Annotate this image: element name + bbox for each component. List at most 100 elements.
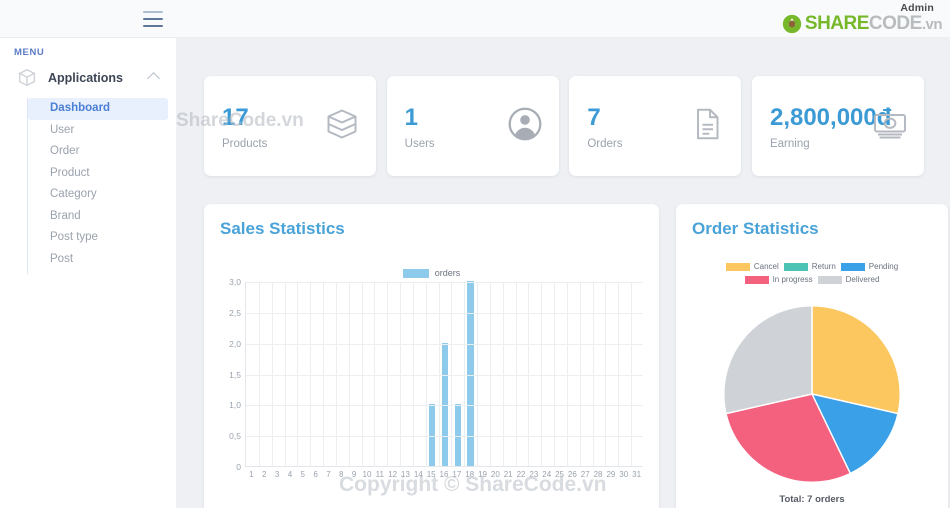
grid-line-vertical <box>400 282 402 466</box>
bar-chart-x-axis: 1 2 3 4 5 6 7 8 9 10 11 12 13 14 15 16 17 18 19 20 21 22 23 24 2… <box>245 470 643 484</box>
sidebar-item-dashboard[interactable]: Dashboard <box>28 98 168 120</box>
sidebar-item-order[interactable]: Order <box>28 141 176 163</box>
grid-line-vertical <box>323 282 325 466</box>
x-axis-tick: 15 <box>426 470 436 479</box>
pie-legend-item-delivered[interactable]: Delivered <box>817 275 880 284</box>
grid-line-vertical <box>631 282 633 466</box>
grid-line-vertical <box>451 282 453 466</box>
brand-text-code: CODE <box>868 12 922 34</box>
legend-swatch-delivered <box>817 275 842 284</box>
sales-bar-chart: 0 0,5 1,0 1,5 2,0 2,5 3,0 1 2 3 4 5 6 7 8 9 10 11 12 13 14 1… <box>219 277 647 497</box>
sidebar-item-post[interactable]: Post <box>28 249 176 271</box>
x-axis-tick: 19 <box>478 470 487 479</box>
sidebar-item-post-type[interactable]: Post type <box>28 227 176 249</box>
stat-card-earning[interactable]: 2,800,000đ Earning <box>751 76 924 176</box>
hamburger-line <box>143 11 163 13</box>
pie-legend-item-return[interactable]: Return <box>783 262 836 271</box>
stat-card-value: 17 <box>222 104 249 131</box>
x-axis-tick: 20 <box>490 470 500 479</box>
top-header-bar: Admin SHARECODE.vn <box>0 0 950 38</box>
grid-line-vertical <box>425 282 427 466</box>
stat-card-products[interactable]: 17 Products <box>204 76 376 176</box>
x-axis-tick: 31 <box>632 470 642 479</box>
x-axis-tick: 24 <box>542 470 552 479</box>
stat-card-label: Products <box>222 138 268 150</box>
grid-line-vertical <box>566 282 568 466</box>
bar-day-16[interactable] <box>441 342 449 466</box>
grid-line-vertical <box>438 282 440 466</box>
pie-legend-item-cancel[interactable]: Cancel <box>725 262 779 271</box>
legend-label-cancel: Cancel <box>753 262 779 271</box>
sidebar-group-label: Applications <box>48 71 124 85</box>
grid-line-vertical <box>271 282 273 466</box>
document-icon <box>689 106 725 142</box>
grid-line-horizontal <box>246 312 643 314</box>
banknote-icon <box>872 106 908 142</box>
x-axis-tick: 25 <box>555 470 564 479</box>
inbox-icon <box>324 106 360 142</box>
x-axis-tick: 3 <box>274 470 280 479</box>
grid-line-vertical <box>297 282 299 466</box>
x-axis-tick: 30 <box>619 470 629 479</box>
grid-line-vertical <box>605 282 607 466</box>
hamburger-line <box>143 25 163 27</box>
sidebar: MENU Applications Dashboard User Order P… <box>0 38 176 508</box>
x-axis-tick: 12 <box>388 470 398 479</box>
stat-cards-row: 17 Products 1 Users 7 Orders 2,800,000đ … <box>204 76 924 176</box>
sidebar-item-user[interactable]: User <box>28 120 176 142</box>
x-axis-tick: 5 <box>300 470 305 479</box>
x-axis-tick: 11 <box>375 470 384 479</box>
legend-label-pending: Pending <box>868 262 899 271</box>
grid-line-vertical <box>284 282 286 466</box>
x-axis-tick: 23 <box>529 470 539 479</box>
grid-line-vertical <box>579 282 581 466</box>
sidebar-group-applications[interactable]: Applications <box>0 64 176 92</box>
stat-card-value: 1 <box>404 104 419 131</box>
stat-card-label: Earning <box>769 138 810 150</box>
grid-line-horizontal <box>246 405 643 407</box>
legend-swatch-orders <box>402 268 429 278</box>
legend-label-delivered: Delivered <box>845 275 880 284</box>
sidebar-section-label: MENU <box>14 47 45 58</box>
pie-slice-delivered[interactable] <box>723 305 813 415</box>
chevron-up-icon[interactable] <box>147 72 160 85</box>
pie-legend-item-in-progress[interactable]: In progress <box>744 275 813 284</box>
pie-legend-row-1: Cancel Return Pending <box>688 262 936 271</box>
main-content: 17 Products 1 Users 7 Orders 2,800,000đ … <box>176 38 950 508</box>
grid-line-vertical <box>528 282 530 466</box>
legend-swatch-return <box>783 262 808 271</box>
grid-line-vertical <box>515 282 517 466</box>
legend-label-orders: orders <box>434 268 461 278</box>
bar-chart-plot-area <box>245 281 643 467</box>
stat-card-users[interactable]: 1 Users <box>386 76 559 176</box>
sidebar-subnav: Dashboard User Order Product Category Br… <box>27 98 176 274</box>
order-pie-chart <box>722 304 902 484</box>
sidebar-item-brand[interactable]: Brand <box>28 206 176 228</box>
grid-line-vertical <box>464 282 466 466</box>
y-axis-tick: 1,5 <box>229 369 241 380</box>
legend-swatch-cancel <box>725 262 750 271</box>
grid-line-vertical <box>348 282 350 466</box>
brand-text-vn: .vn <box>921 15 943 33</box>
grid-line-vertical <box>335 282 337 466</box>
grid-line-vertical <box>412 282 414 466</box>
y-axis-tick: 0,5 <box>229 431 241 442</box>
grid-line-vertical <box>477 282 479 466</box>
x-axis-tick: 10 <box>362 470 372 479</box>
stat-card-label: Orders <box>587 138 623 150</box>
x-axis-tick: 8 <box>339 470 344 479</box>
grid-line-vertical <box>374 282 376 466</box>
sidebar-item-category[interactable]: Category <box>28 184 176 206</box>
grid-line-vertical <box>361 282 363 466</box>
stat-card-orders[interactable]: 7 Orders <box>569 76 742 176</box>
x-axis-tick: 1 <box>249 470 254 479</box>
grid-line-vertical <box>387 282 389 466</box>
hamburger-menu-icon[interactable] <box>143 11 163 27</box>
bar-day-18[interactable] <box>467 281 474 466</box>
box-icon <box>16 67 38 89</box>
sidebar-item-product[interactable]: Product <box>28 163 176 185</box>
grid-line-horizontal <box>246 282 643 283</box>
grid-line-vertical <box>618 282 620 466</box>
brand-text: SHARECODE.vn <box>805 12 943 35</box>
pie-legend-item-pending[interactable]: Pending <box>840 262 899 271</box>
